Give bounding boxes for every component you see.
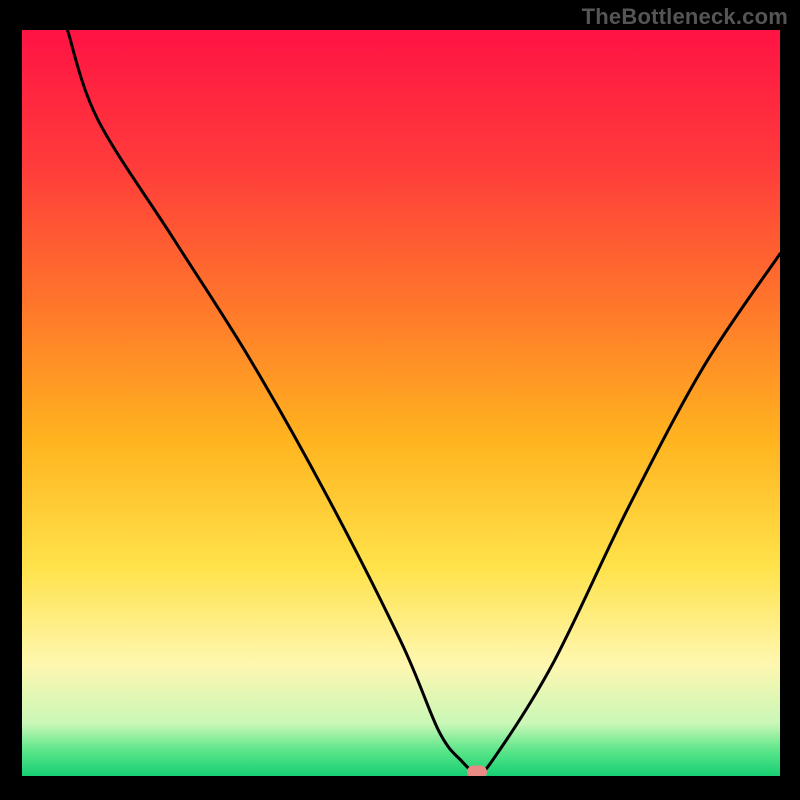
optimum-marker	[467, 766, 487, 776]
chart-stage: TheBottleneck.com	[0, 0, 800, 800]
bottleneck-curve	[22, 30, 780, 776]
plot-area	[22, 30, 780, 776]
watermark-text: TheBottleneck.com	[582, 4, 788, 30]
